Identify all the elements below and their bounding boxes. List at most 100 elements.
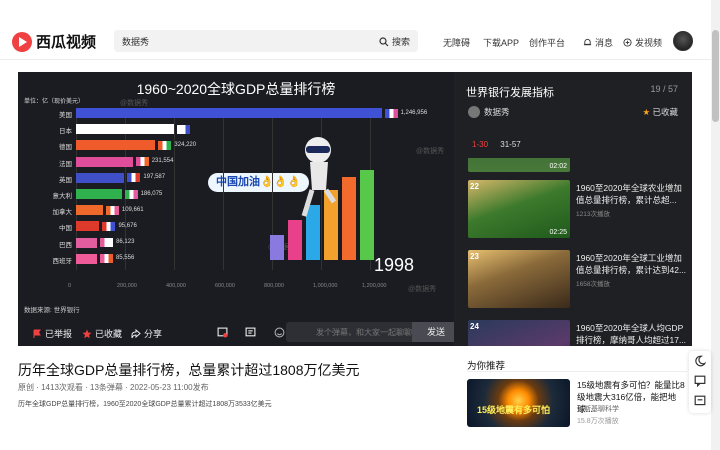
playlist-duration: 02:02 (549, 163, 567, 170)
playlist-item-title: 1960至2020年全球农业增加值总量排行榜，累计总超... (576, 183, 682, 205)
nav-upload[interactable]: 发视频 (623, 36, 662, 49)
favorite-label: 已收藏 (95, 329, 123, 339)
chart-bar (76, 156, 133, 167)
gridline (223, 108, 224, 270)
playlist-thumbnail: 24 (468, 320, 570, 346)
scrollbar-thumb[interactable] (712, 30, 719, 122)
danmu-settings-icon[interactable] (217, 327, 228, 338)
floating-toolbar (689, 351, 711, 413)
logo-icon (12, 31, 32, 52)
category-label: 巴西 (59, 241, 72, 249)
watermark: @数据秀 (408, 286, 437, 293)
bar-value-label: 1,246,956 (400, 109, 428, 116)
recommend-thumb-text: 15级地震有多可怕 (477, 405, 551, 415)
category-label: 日本 (59, 128, 72, 136)
author-name: 数据秀 (484, 107, 510, 117)
share-button[interactable]: 分享 (131, 327, 162, 340)
x-tick-label: 1,000,000 (313, 283, 338, 289)
country-flag-icon (99, 254, 113, 264)
nav-accessibility[interactable]: 无障碍 (443, 36, 470, 49)
category-label: 德国 (59, 144, 72, 152)
category-label: 中国 (59, 225, 72, 233)
emoji-icon[interactable] (274, 327, 285, 338)
recommend-thumbnail[interactable]: 15级地震有多可怕 (467, 379, 570, 427)
x-tick-label: 400,000 (166, 283, 186, 289)
search-icon (379, 36, 389, 46)
comment-icon[interactable] (694, 395, 706, 407)
star-icon (82, 329, 92, 338)
country-flag-icon (177, 124, 190, 134)
flag-icon (33, 329, 41, 338)
bar-value-label: 324,220 (174, 141, 197, 148)
category-label: 加拿大 (52, 209, 73, 217)
x-tick-label: 1,200,000 (362, 283, 387, 289)
playlist-favorite-label: 已收藏 (652, 107, 678, 117)
chart-bar (76, 237, 98, 248)
top-header: 西瓜视频 搜索 无障碍 下载APP 创作平台 消息 发视频 (0, 0, 720, 60)
recommend-views: 15.8万次播放 (577, 418, 619, 425)
search-button[interactable]: 搜索 (379, 35, 410, 48)
recommend-author[interactable]: 免斯基聊科学 (577, 404, 619, 414)
country-flag-icon (158, 140, 172, 150)
x-tick-label: 0 (68, 283, 72, 289)
recommend-heading: 为你推荐 (467, 361, 506, 372)
chart-bar (76, 253, 97, 264)
playlist-item[interactable]: 24 1960至2020年全球人均GDP排行榜，摩纳哥人均超过17... (468, 320, 688, 346)
category-label: 美国 (59, 112, 72, 119)
video-description: 历年全球GDP总量排行榜，1960至2020全球GDP总量累计超过1808万35… (18, 401, 272, 408)
playlist-item[interactable]: 02:02 (468, 158, 688, 172)
playlist-tabs: 1-30 31-57 (472, 140, 531, 149)
favorite-button[interactable]: 已收藏 (82, 327, 122, 340)
chart-bar (76, 221, 100, 232)
share-label: 分享 (144, 329, 163, 339)
video-player[interactable]: 1960~2020全球GDP总量排行榜 单位：亿（现价美元） @数据秀 @数据秀… (18, 72, 454, 319)
playlist-thumbnail: 23 (468, 250, 570, 308)
search-input[interactable] (122, 30, 372, 52)
logo-text: 西瓜视频 (36, 34, 97, 51)
search-box: 搜索 (114, 30, 418, 52)
chart-bar (76, 172, 125, 183)
nav-messages[interactable]: 消息 (583, 36, 613, 49)
playlist-item-number: 23 (470, 252, 479, 261)
search-button-label: 搜索 (391, 37, 410, 47)
feedback-icon[interactable] (694, 375, 706, 387)
star-icon: ★ (642, 107, 651, 117)
nav-creator-platform[interactable]: 创作平台 (529, 36, 565, 49)
playlist-item[interactable]: 23 1960至2020年全球工业增加值总量排行榜，累计达到42... 1658… (468, 250, 688, 308)
chart-bar (76, 205, 103, 216)
playlist-item-views: 1213次播放 (576, 211, 610, 218)
site-logo[interactable]: 西瓜视频 (12, 31, 96, 52)
danmu-toggle-icon[interactable] (245, 327, 256, 338)
category-label: 法国 (59, 160, 72, 168)
playlist-favorite-button[interactable]: ★ 已收藏 (642, 106, 678, 118)
report-label: 已举报 (45, 329, 73, 339)
user-avatar[interactable] (673, 31, 693, 51)
chart-bar (76, 108, 382, 118)
chart-bar (76, 189, 122, 199)
playlist-panel: 世界银行发展指标 19 / 57 数据秀 ★ 已收藏 1-30 31-57 02… (454, 72, 692, 346)
country-flag-icon (384, 108, 398, 118)
tab-31-57[interactable]: 31-57 (500, 140, 520, 149)
country-flag-icon (100, 238, 114, 248)
playlist-author[interactable]: 数据秀 (468, 106, 510, 118)
tab-1-30[interactable]: 1-30 (472, 140, 488, 149)
category-label: 英国 (59, 176, 72, 184)
playlist-item[interactable]: 22 02:25 1960至2020年全球农业增加值总量排行榜，累计总超... … (468, 180, 688, 238)
category-label: 西班牙 (52, 257, 73, 265)
author-avatar (468, 106, 480, 118)
bar-value-label: 197,587 (143, 174, 166, 181)
report-button[interactable]: 已举报 (32, 327, 72, 340)
moon-icon[interactable] (694, 355, 706, 367)
bar-value-label: 109,661 (121, 206, 144, 213)
playlist-thumbnail: 02:02 (468, 158, 570, 172)
country-flag-icon (135, 157, 149, 167)
country-flag-icon (102, 221, 116, 231)
send-danmu-button[interactable]: 发送 (412, 322, 460, 342)
playlist-item-number: 24 (470, 322, 479, 331)
page-scrollbar[interactable] (711, 0, 720, 450)
bar-value-label: 95,676 (118, 222, 137, 229)
nav-download-app[interactable]: 下载APP (483, 36, 519, 49)
danmu-input[interactable] (286, 322, 412, 342)
divider (467, 371, 687, 372)
share-icon (131, 328, 141, 338)
